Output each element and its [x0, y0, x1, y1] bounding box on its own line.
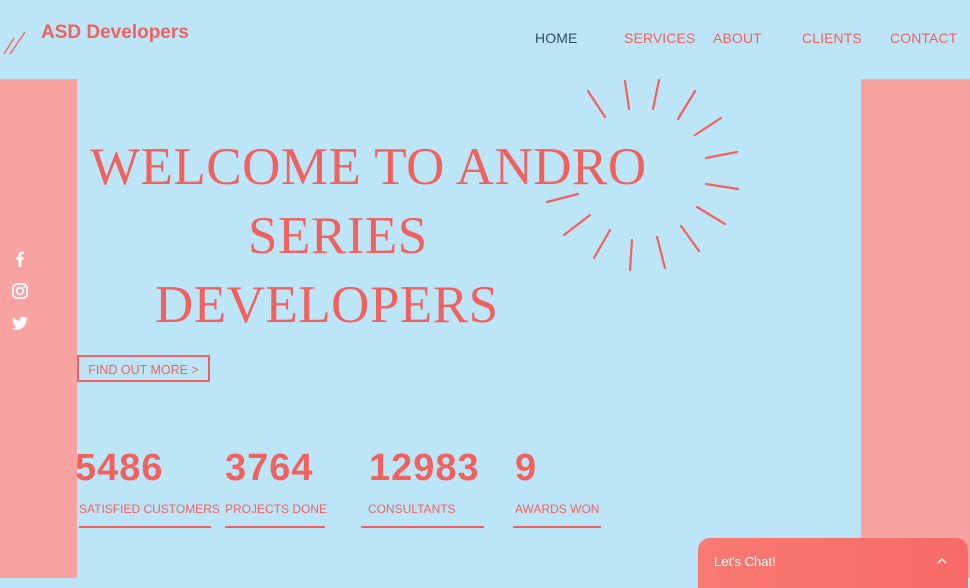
stat-label-projects: PROJECTS DONE: [225, 502, 328, 516]
nav-services[interactable]: SERVICES: [624, 30, 695, 46]
stat-underline-consultants: [361, 526, 484, 528]
facebook-icon[interactable]: [11, 250, 29, 268]
right-side-panel: [861, 79, 970, 578]
chat-widget[interactable]: Let's Chat!: [698, 538, 968, 588]
nav-clients[interactable]: CLIENTS: [802, 30, 862, 46]
hero-title-line-1: WELCOME TO ANDRO: [90, 138, 647, 196]
stat-label-consultants: CONSULTANTS: [368, 502, 456, 516]
stat-underline-awards: [513, 526, 601, 528]
site-header: ASD Developers HOME SERVICES ABOUT CLIEN…: [0, 0, 970, 79]
nav-about[interactable]: ABOUT: [713, 30, 762, 46]
find-out-more-button[interactable]: FIND OUT MORE >: [77, 355, 210, 382]
stat-underline-customers: [79, 526, 211, 528]
nav-contact[interactable]: CONTACT: [890, 30, 957, 46]
stat-value-projects: 3764: [225, 447, 314, 489]
nav-home[interactable]: HOME: [535, 30, 577, 46]
stat-label-customers: SATISFIED CUSTOMERS: [79, 502, 220, 516]
chat-label: Let's Chat!: [714, 554, 776, 569]
site-logo-text[interactable]: ASD Developers: [41, 22, 189, 44]
stat-value-awards: 9: [515, 447, 538, 489]
stat-label-awards: AWARDS WON: [515, 502, 600, 516]
hero-title-line-2: SERIES: [248, 207, 428, 265]
twitter-icon[interactable]: [11, 314, 29, 332]
chevron-up-icon[interactable]: [936, 555, 948, 567]
stat-value-consultants: 12983: [369, 447, 480, 489]
logo-slash-icon: [3, 31, 26, 55]
hero-title-line-3: DEVELOPERS: [155, 276, 499, 334]
instagram-icon[interactable]: [11, 282, 29, 300]
stat-value-customers: 5486: [75, 447, 164, 489]
stat-underline-projects: [225, 526, 325, 528]
